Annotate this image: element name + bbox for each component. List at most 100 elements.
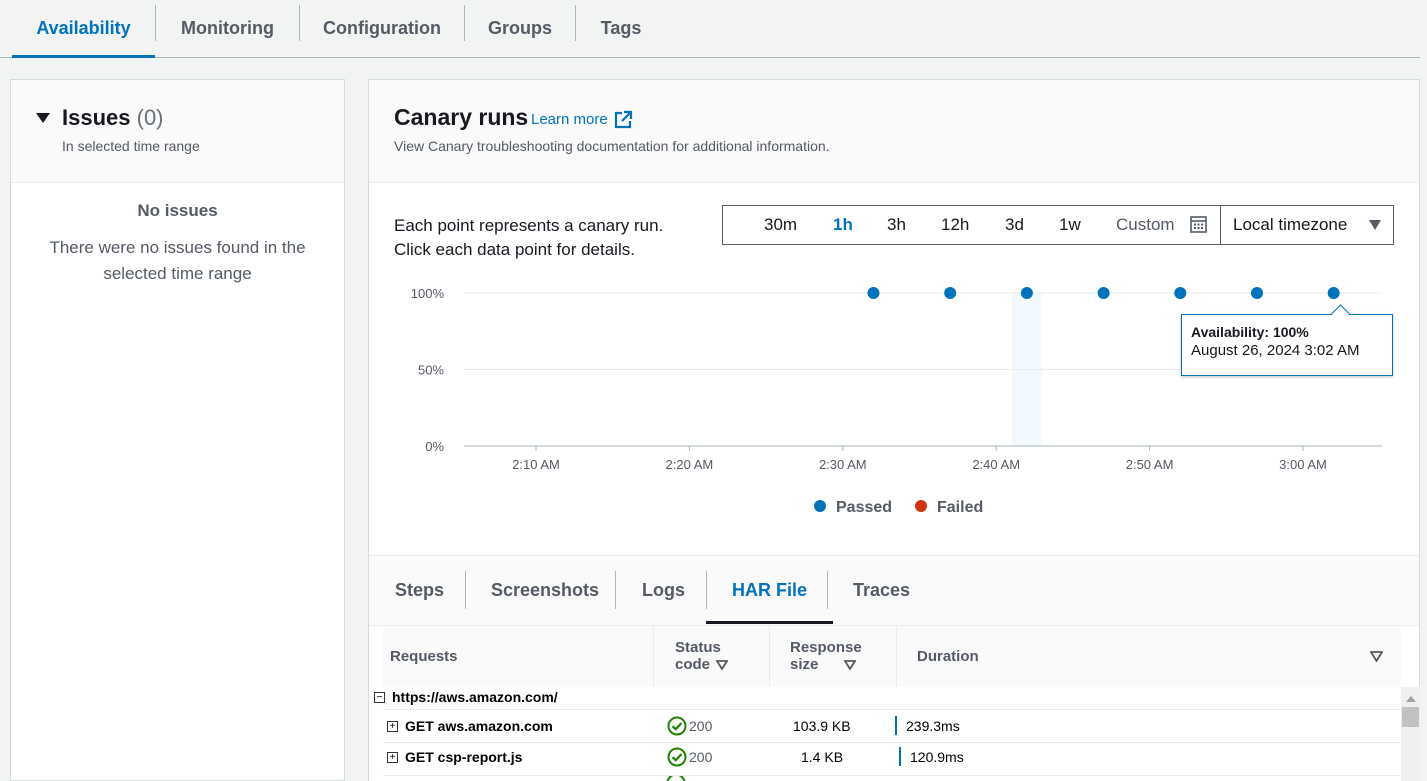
success-check-icon [667, 747, 687, 767]
calendar-icon[interactable] [1190, 216, 1207, 233]
expand-plus-icon[interactable]: + [387, 721, 398, 732]
chart-hint-line2: Click each data point for details. [394, 240, 635, 259]
canary-header: Canary runs Learn more View Canary troub… [369, 80, 1419, 183]
issues-header: Issues (0) In selected time range [11, 80, 344, 183]
row-divider [383, 775, 1401, 776]
data-point[interactable] [1250, 287, 1263, 299]
tab-availability[interactable]: Availability [12, 0, 155, 58]
sort-icon[interactable] [716, 660, 729, 670]
data-point[interactable] [1327, 287, 1340, 299]
data-point[interactable] [867, 287, 880, 299]
col-duration[interactable]: Duration [917, 648, 979, 665]
legend-label: Failed [937, 499, 983, 516]
col-status-code[interactable]: Status code [675, 639, 729, 673]
col-divider [769, 626, 770, 687]
col-status-line1: Status [675, 639, 721, 656]
scrollbar-thumb[interactable] [1402, 707, 1419, 727]
tab-divider [827, 571, 828, 609]
issues-title[interactable]: Issues (0) [62, 105, 164, 131]
canary-title: Canary runs [394, 104, 529, 130]
tab-logs[interactable]: Logs [642, 566, 685, 615]
table-row[interactable]: + GET csp-report.js 200 1.4 KB 120.9ms [369, 743, 1401, 775]
issues-subtitle: In selected time range [62, 138, 200, 154]
tab-monitoring[interactable]: Monitoring [156, 0, 299, 57]
tab-groups[interactable]: Groups [465, 0, 575, 57]
response-size: 1.4 KB [801, 749, 844, 765]
status-code: 200 [689, 749, 713, 765]
success-check-icon [666, 776, 686, 781]
canary-runs-panel: Canary runs Learn more View Canary troub… [368, 79, 1420, 781]
range-3h[interactable]: 3h [887, 206, 906, 244]
y-tick-label: 0% [425, 439, 444, 454]
request-name: GET csp-report.js [405, 749, 523, 765]
tab-steps[interactable]: Steps [395, 566, 444, 615]
timezone-divider [1220, 206, 1221, 244]
duration-value: 120.9ms [910, 749, 964, 765]
collapse-minus-icon[interactable]: − [374, 692, 385, 703]
status-cell: 200 [667, 716, 712, 736]
filter-dropdown-icon[interactable] [1370, 651, 1383, 662]
no-issues-title: No issues [137, 201, 218, 220]
data-point[interactable] [1174, 287, 1187, 299]
data-point[interactable] [1097, 287, 1110, 299]
tooltip-availability: Availability: 100% [1191, 324, 1309, 340]
range-1w[interactable]: 1w [1059, 206, 1081, 244]
col-divider [653, 626, 654, 687]
timezone-select[interactable]: Local timezone [1233, 206, 1347, 244]
collapse-caret-icon[interactable] [36, 113, 50, 123]
external-link-icon[interactable] [613, 110, 633, 130]
x-tick-label: 2:20 AM [666, 457, 714, 472]
run-details: Steps Screenshots Logs HAR File Traces R… [369, 555, 1420, 781]
canary-subtitle: View Canary troubleshooting documentatio… [394, 138, 830, 154]
tab-divider [615, 571, 616, 609]
tooltip-timestamp: August 26, 2024 3:02 AM [1191, 342, 1360, 359]
request-name: GET aws.amazon.com [405, 718, 553, 734]
no-issues-desc-line2: selected time range [103, 264, 252, 283]
range-1h[interactable]: 1h [833, 206, 853, 244]
range-3d[interactable]: 3d [1005, 206, 1024, 244]
x-tick-label: 2:10 AM [512, 457, 560, 472]
table-row[interactable]: + GET aws.amazon.com 200 103.9 KB 239.3m… [369, 710, 1401, 742]
har-page-row[interactable]: − https://aws.amazon.com/ [369, 687, 1401, 709]
tab-har-file[interactable]: HAR File [705, 566, 834, 624]
data-point[interactable] [1020, 287, 1033, 299]
y-tick-label: 50% [418, 363, 444, 378]
x-tick-label: 2:50 AM [1126, 457, 1174, 472]
sort-icon[interactable] [844, 660, 857, 670]
legend-swatch [814, 500, 826, 512]
range-custom[interactable]: Custom [1116, 206, 1175, 244]
har-table-body: − https://aws.amazon.com/ + GET aws.amaz… [369, 687, 1420, 781]
har-page-url: https://aws.amazon.com/ [392, 689, 558, 705]
response-size: 103.9 KB [793, 718, 851, 734]
no-issues-desc-line1: There were no issues found in the [49, 238, 306, 257]
tab-divider [465, 571, 466, 609]
top-tab-bar: Availability Monitoring Configuration Gr… [0, 0, 1420, 58]
chart-hint: Each point represents a canary run. Clic… [394, 214, 663, 262]
canary-runs-chart: 0% 50% 100% 2:10 AM 2:20 AM 2:30 AM 2:40 AM 2:5… [411, 286, 1382, 516]
chart-tooltip: Availability: 100% August 26, 2024 3:02 … [1181, 314, 1393, 376]
expand-plus-icon[interactable]: + [387, 752, 398, 763]
range-30m[interactable]: 30m [764, 206, 797, 244]
tab-screenshots[interactable]: Screenshots [491, 566, 599, 615]
col-requests[interactable]: Requests [390, 648, 458, 665]
scroll-up-arrow-icon[interactable] [1406, 696, 1416, 702]
no-issues-description: There were no issues found in the select… [11, 235, 344, 287]
data-point[interactable] [944, 287, 957, 299]
issues-panel: Issues (0) In selected time range No iss… [10, 79, 345, 781]
duration-value: 239.3ms [906, 718, 960, 734]
x-tick-label: 2:40 AM [972, 457, 1020, 472]
duration-bar [899, 747, 901, 766]
timezone-caret-icon[interactable] [1369, 220, 1381, 230]
y-tick-label: 100% [411, 286, 445, 301]
col-divider [896, 626, 897, 687]
tab-configuration[interactable]: Configuration [300, 0, 464, 57]
time-range-selector: 30m 1h 3h 12h 3d 1w Custom Local timezon… [722, 205, 1394, 245]
tab-tags[interactable]: Tags [576, 0, 666, 57]
legend-label: Passed [836, 499, 892, 516]
issues-title-text: Issues [62, 105, 131, 130]
col-response-size[interactable]: Response size [790, 639, 862, 673]
chart-hint-line1: Each point represents a canary run. [394, 216, 664, 235]
tab-traces[interactable]: Traces [853, 566, 910, 615]
range-12h[interactable]: 12h [941, 206, 969, 244]
learn-more-link[interactable]: Learn more [531, 111, 608, 128]
